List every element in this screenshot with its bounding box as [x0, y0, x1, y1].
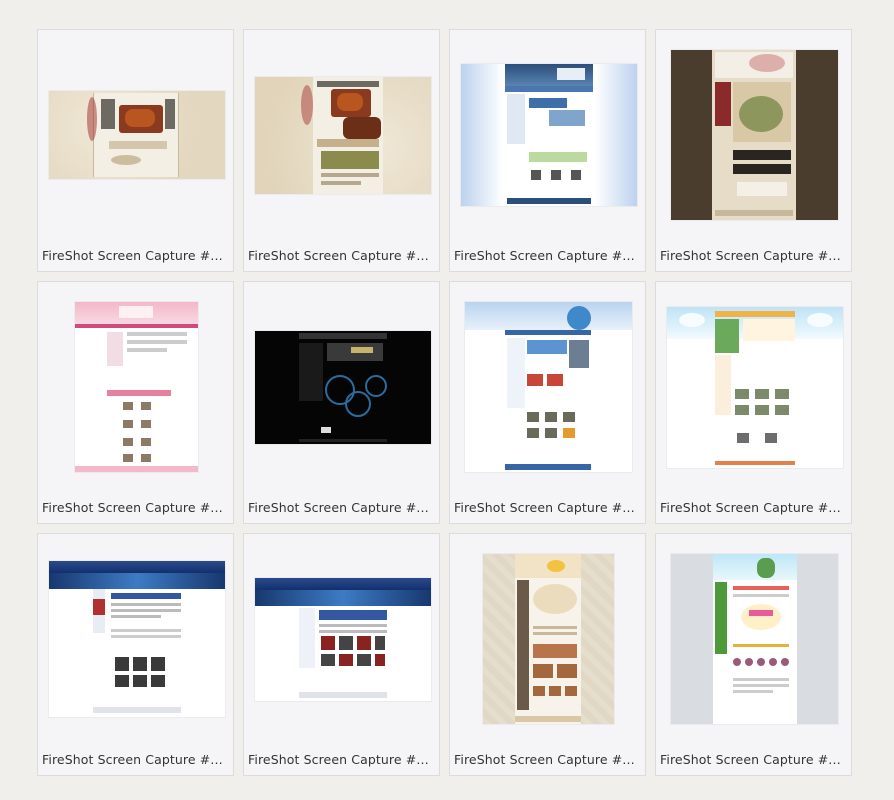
gallery-card-042[interactable]: FireShot Screen Capture #042 - 'hoch'	[449, 29, 646, 272]
thumbnail-caption: FireShot Screen Capture #051 - 'hoch'	[660, 752, 847, 767]
gallery-card-048[interactable]: FireShot Screen Capture #048 - 'hoch'	[37, 533, 234, 776]
thumbnail-frame	[38, 282, 235, 492]
thumbnail-caption: FireShot Screen Capture #040 - 'hoch'	[42, 248, 229, 263]
screenshot-thumbnail-048[interactable]	[48, 561, 225, 717]
thumbnail-caption: FireShot Screen Capture #044 - 'hoch'	[42, 500, 229, 515]
screenshot-thumbnail-050[interactable]	[483, 554, 614, 724]
screenshot-thumbnail-044[interactable]	[75, 302, 198, 472]
thumbnail-frame	[450, 282, 647, 492]
gallery-card-044[interactable]: FireShot Screen Capture #044 - 'hoch'	[37, 281, 234, 524]
gallery-card-045[interactable]: FireShot Screen Capture #045 - 'hoch'	[243, 281, 440, 524]
thumbnail-frame	[244, 30, 441, 240]
gallery-card-043[interactable]: FireShot Screen Capture #043 - 'hoch'	[655, 29, 852, 272]
screenshot-thumbnail-047[interactable]	[666, 306, 843, 468]
thumbnail-caption: FireShot Screen Capture #050 - 'hoch'	[454, 752, 641, 767]
thumbnail-frame	[38, 534, 235, 744]
screenshot-thumbnail-041[interactable]	[254, 76, 431, 194]
thumbnail-caption: FireShot Screen Capture #045 - 'hoch'	[248, 500, 435, 515]
thumbnail-frame	[244, 282, 441, 492]
thumbnail-frame	[450, 534, 647, 744]
thumbnail-caption: FireShot Screen Capture #043 - 'hoch'	[660, 248, 847, 263]
gallery-card-041[interactable]: FireShot Screen Capture #041 - 'hoch'	[243, 29, 440, 272]
thumbnail-caption: FireShot Screen Capture #047 - 'hoch'	[660, 500, 847, 515]
gallery-card-046[interactable]: FireShot Screen Capture #046 - 'hoch'	[449, 281, 646, 524]
gallery-card-047[interactable]: FireShot Screen Capture #047 - 'hoch'	[655, 281, 852, 524]
thumbnail-caption: FireShot Screen Capture #041 - 'hoch'	[248, 248, 435, 263]
thumbnail-caption: FireShot Screen Capture #046 - 'hoch'	[454, 500, 641, 515]
screenshot-thumbnail-051[interactable]	[671, 554, 838, 724]
thumbnail-frame	[38, 30, 235, 240]
gallery-card-051[interactable]: FireShot Screen Capture #051 - 'hoch'	[655, 533, 852, 776]
thumbnail-frame	[656, 534, 853, 744]
thumbnail-frame	[656, 30, 853, 240]
screenshot-thumbnail-046[interactable]	[465, 302, 632, 472]
gallery-card-040[interactable]: FireShot Screen Capture #040 - 'hoch'	[37, 29, 234, 272]
screenshot-thumbnail-043[interactable]	[671, 50, 838, 220]
thumbnail-frame	[656, 282, 853, 492]
screenshot-thumbnail-040[interactable]	[48, 91, 225, 179]
thumbnail-caption: FireShot Screen Capture #042 - 'hoch'	[454, 248, 641, 263]
screenshot-gallery: FireShot Screen Capture #040 - 'hoch' Fi…	[0, 0, 894, 800]
screenshot-thumbnail-049[interactable]	[254, 577, 431, 701]
thumbnail-frame	[244, 534, 441, 744]
screenshot-thumbnail-042[interactable]	[460, 64, 637, 206]
gallery-card-050[interactable]: FireShot Screen Capture #050 - 'hoch'	[449, 533, 646, 776]
screenshot-thumbnail-045[interactable]	[254, 330, 431, 444]
gallery-card-049[interactable]: FireShot Screen Capture #049 - 'hoch'	[243, 533, 440, 776]
thumbnail-caption: FireShot Screen Capture #048 - 'hoch'	[42, 752, 229, 767]
thumbnail-caption: FireShot Screen Capture #049 - 'hoch'	[248, 752, 435, 767]
thumbnail-frame	[450, 30, 647, 240]
